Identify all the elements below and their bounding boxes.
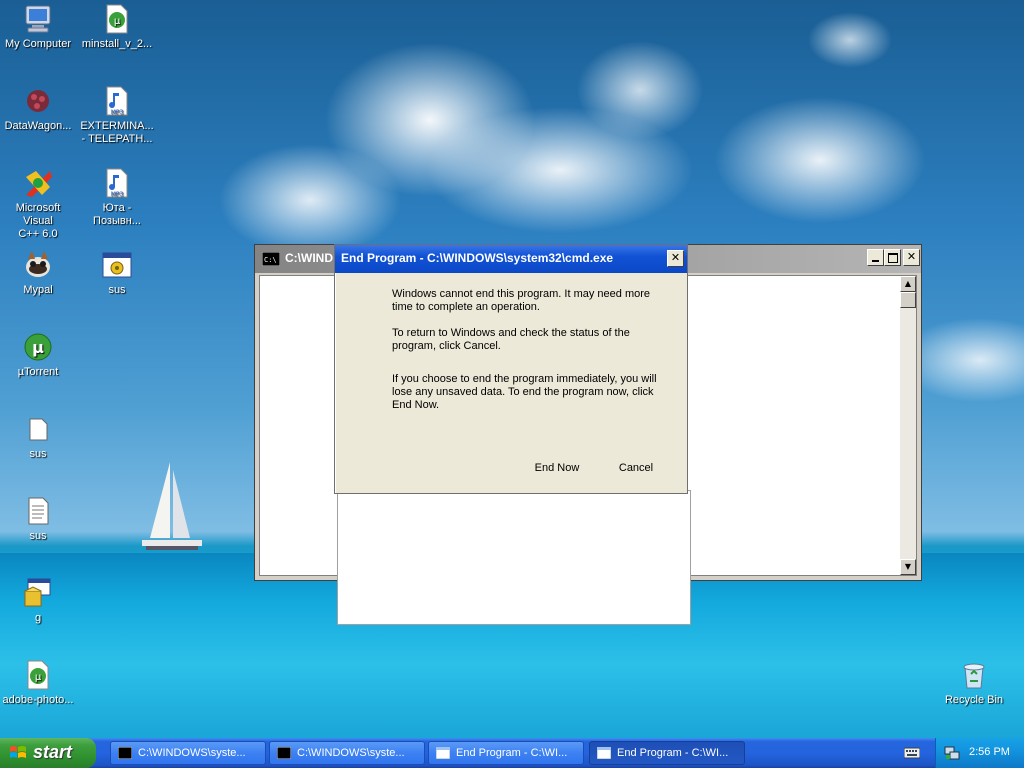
windows-flag-icon	[10, 746, 26, 758]
desktop-icon-visual-cpp[interactable]: Microsoft Visual C++ 6.0	[0, 167, 76, 241]
maximize-button[interactable]	[884, 249, 901, 266]
close-icon: ✕	[670, 251, 681, 264]
cancel-button[interactable]: Cancel	[596, 457, 676, 479]
close-button[interactable]: ✕	[903, 249, 920, 266]
datawagon-icon	[27, 90, 49, 112]
system-tray: 2:56 PM	[935, 738, 1024, 768]
scroll-down-button[interactable]: ▼	[900, 559, 916, 575]
keyboard-icon[interactable]	[904, 747, 920, 759]
svg-text:µ: µ	[114, 16, 121, 27]
scroll-up-button[interactable]: ▲	[900, 276, 916, 292]
svg-text:C:\: C:\	[264, 256, 277, 264]
utorrent-icon: µ	[24, 333, 52, 361]
blank-file-icon	[29, 418, 48, 441]
start-button[interactable]: start	[0, 738, 96, 768]
start-label: start	[33, 742, 73, 762]
dialog-titlebar[interactable]: End Program - C:\WINDOWS\system32\cmd.ex…	[335, 245, 687, 273]
taskbar-button-cmd-2[interactable]: C:\WINDOWS\syste...	[269, 741, 425, 765]
utorrent-file-icon: µ	[106, 4, 128, 34]
dialog-title: End Program - C:\WINDOWS\system32\cmd.ex…	[341, 251, 614, 265]
minimize-button[interactable]	[867, 249, 884, 266]
cmd-icon	[118, 747, 132, 759]
network-icon[interactable]	[944, 745, 960, 761]
dialog-close-button[interactable]: ✕	[667, 250, 684, 267]
dialog-message-1: Windows cannot end this program. It may …	[392, 288, 651, 313]
svg-text:MP3: MP3	[111, 109, 124, 116]
taskbar-button-cmd-1[interactable]: C:\WINDOWS\syste...	[110, 741, 266, 765]
minimize-icon	[872, 260, 879, 262]
desktop-icon-my-computer[interactable]: My Computer	[0, 3, 76, 51]
window-icon	[436, 747, 450, 759]
svg-text:MP3: MP3	[111, 191, 124, 198]
window-icon	[597, 747, 611, 759]
desktop-icon-minstall[interactable]: µ minstall_v_2...	[79, 3, 155, 51]
scroll-thumb[interactable]	[900, 292, 916, 308]
clock[interactable]: 2:56 PM	[969, 746, 1010, 758]
taskbar-button-end-program-2[interactable]: End Program - C:\WI...	[589, 741, 745, 765]
sailboat-image	[142, 462, 202, 550]
end-now-button[interactable]: End Now	[517, 457, 597, 479]
visual-cpp-icon	[26, 171, 52, 197]
cmd-icon	[277, 747, 291, 759]
recycle-bin-icon	[963, 663, 985, 689]
desktop-icon-yuta[interactable]: MP3 Юта - Позывн...	[79, 167, 155, 228]
maximize-icon	[887, 253, 898, 263]
desktop-icon-utorrent[interactable]: µ µTorrent	[0, 331, 76, 379]
svg-text:µ: µ	[35, 672, 42, 683]
close-icon: ✕	[906, 250, 917, 263]
vertical-scrollbar[interactable]: ▲ ▼	[900, 276, 916, 575]
desktop-icon-adobe-photo[interactable]: µ adobe-photo...	[0, 659, 76, 707]
desktop-icon-g[interactable]: g	[0, 577, 76, 625]
end-program-dialog[interactable]: End Program - C:\WINDOWS\system32\cmd.ex…	[334, 244, 688, 494]
dialog-message-2: To return to Windows and check the statu…	[392, 327, 630, 352]
desktop-icon-sus-blank[interactable]: sus	[0, 413, 76, 461]
text-file-icon	[28, 497, 49, 525]
desktop: My Computer µ minstall_v_2... DataWagon.…	[0, 0, 1024, 738]
taskbar: start C:\WINDOWS\syste... C:\WINDOWS\sys…	[0, 738, 1024, 768]
desktop-icon-recycle-bin[interactable]: Recycle Bin	[936, 659, 1012, 707]
cmd-icon: C:\	[262, 252, 280, 266]
desktop-icon-mypal[interactable]: Mypal	[0, 249, 76, 297]
desktop-icon-datawagon[interactable]: DataWagon...	[0, 85, 76, 133]
desktop-icon-sus-batch[interactable]: sus	[79, 249, 155, 297]
batch-file-icon	[102, 252, 132, 278]
mp3-file-icon: MP3	[106, 86, 128, 116]
end-program-window-background[interactable]	[337, 490, 691, 625]
dialog-message-3: If you choose to end the program immedia…	[392, 373, 657, 411]
my-computer-icon	[25, 5, 51, 33]
mp3-file-icon: MP3	[106, 168, 128, 198]
mypal-browser-icon	[26, 251, 50, 277]
taskbar-button-end-program-1[interactable]: End Program - C:\WI...	[428, 741, 584, 765]
desktop-icon-sus-text[interactable]: sus	[0, 495, 76, 543]
installer-icon	[24, 578, 51, 607]
svg-text:µ: µ	[32, 338, 44, 357]
utorrent-file-icon: µ	[27, 660, 49, 690]
desktop-icon-extermina[interactable]: MP3 EXTERMINA... - TELEPATH...	[79, 85, 155, 146]
